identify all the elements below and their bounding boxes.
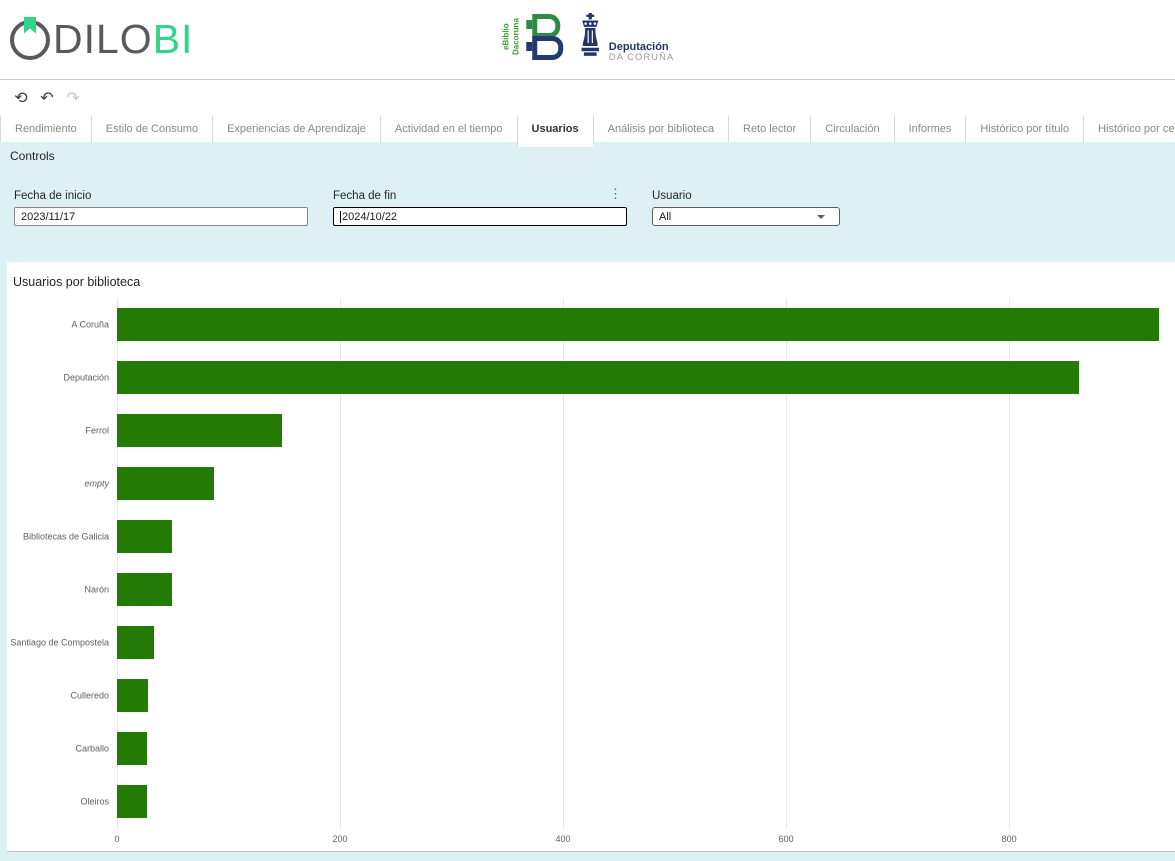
- bar-deputacion[interactable]: [117, 361, 1079, 394]
- usuario-value: All: [659, 211, 671, 223]
- bar-empty[interactable]: [117, 467, 214, 500]
- tab-estilo-de-consumo[interactable]: Estilo de Consumo: [91, 116, 212, 142]
- text-caret: [340, 211, 341, 223]
- tab-usuarios[interactable]: Usuarios: [517, 116, 593, 147]
- category-label-bibliotecas-de-galicia: Bibliotecas de Galicia: [7, 531, 109, 542]
- action-toolbar: ⟲ ↶ ↷: [0, 80, 1175, 116]
- bar-row-naron: Narón: [117, 563, 1163, 616]
- tab-historico-por-titulo[interactable]: Histórico por título: [965, 116, 1083, 142]
- bar-row-bibliotecas-de-galicia: Bibliotecas de Galicia: [117, 510, 1163, 563]
- category-label-culleredo: Culleredo: [7, 690, 109, 701]
- controls-panel: Controls Fecha de inicio2023/11/17Fecha …: [0, 142, 1175, 256]
- tab-analisis-por-biblioteca[interactable]: Análisis por biblioteca: [593, 116, 728, 142]
- bar-row-deputacion: Deputación: [117, 351, 1163, 404]
- x-tick-label-0: 0: [114, 834, 119, 844]
- odilo-bi-logo: DILO BI: [10, 19, 193, 60]
- deputacion-label: Deputación DA CORUÑA: [609, 11, 674, 64]
- undo-icon[interactable]: ↶: [34, 88, 60, 108]
- bar-row-santiago-de-compostela: Santiago de Compostela: [117, 616, 1163, 669]
- deputacion-crest-icon: [576, 13, 604, 62]
- bar-culleredo[interactable]: [117, 679, 148, 712]
- bar-bibliotecas-de-galicia[interactable]: [117, 520, 172, 553]
- bar-oleiros[interactable]: [117, 785, 147, 818]
- bar-santiago-de-compostela[interactable]: [117, 626, 154, 659]
- category-label-ferrol: Ferrol: [7, 425, 109, 436]
- fecha-inicio-label: Fecha de inicio: [14, 190, 308, 202]
- usuario-label: Usuario: [652, 190, 840, 202]
- more-options-icon[interactable]: ⋮: [609, 187, 622, 200]
- x-tick-label-800: 800: [1002, 834, 1017, 844]
- odilo-logo-o-bookmark-icon: [10, 20, 50, 60]
- bar-row-ferrol: Ferrol: [117, 404, 1163, 457]
- bar-naron[interactable]: [117, 573, 172, 606]
- tab-circulacion[interactable]: Circulación: [810, 116, 893, 142]
- logo-text-bi: BI: [153, 19, 194, 60]
- tab-rendimiento[interactable]: Rendimiento: [0, 116, 91, 142]
- chart-title: Usuarios por biblioteca: [7, 262, 1175, 289]
- x-tick-label-600: 600: [779, 834, 794, 844]
- tab-reto-lector[interactable]: Reto lector: [728, 116, 810, 142]
- report-tabbar: RendimientoEstilo de ConsumoExperiencias…: [0, 116, 1175, 142]
- x-axis: 0 200 400 600 800: [117, 828, 1163, 850]
- bar-row-empty: empty: [117, 457, 1163, 510]
- tab-actividad-en-el-tiempo[interactable]: Actividad en el tiempo: [380, 116, 517, 142]
- filter-fecha-inicio: Fecha de inicio 2023/11/17: [14, 190, 308, 226]
- ebiblio-books-logo-icon: [524, 8, 568, 66]
- bar-a-coruna[interactable]: [117, 308, 1159, 341]
- redo-icon[interactable]: ↷: [60, 88, 86, 108]
- partner-logos: eBiblio Dacoruna: [501, 8, 674, 66]
- tab-historico-por-centro[interactable]: Histórico por centro: [1083, 116, 1175, 142]
- ebiblio-dacoruna-label: eBiblio Dacoruna: [501, 9, 521, 65]
- bar-row-oleiros: Oleiros: [117, 775, 1163, 828]
- tab-informes[interactable]: Informes: [894, 116, 966, 142]
- app-header: DILO BI eBiblio Dacoruna: [0, 0, 1175, 80]
- fecha-fin-label: Fecha de fin: [333, 190, 627, 202]
- bar-chart-plot: A CoruñaDeputaciónFerrolemptyBibliotecas…: [7, 298, 1175, 850]
- logo-text-odilo: DILO: [53, 19, 153, 60]
- category-label-deputacion: Deputación: [7, 372, 109, 383]
- bar-row-culleredo: Culleredo: [117, 669, 1163, 722]
- filter-fecha-fin: Fecha de fin⋮ 2024/10/22: [333, 190, 627, 226]
- fecha-fin-input[interactable]: 2024/10/22: [333, 207, 627, 226]
- fecha-inicio-input[interactable]: 2023/11/17: [14, 207, 308, 226]
- chevron-down-icon: [817, 215, 825, 219]
- category-label-a-coruna: A Coruña: [7, 319, 109, 330]
- filter-usuario: Usuario All: [652, 190, 840, 226]
- bar-row-a-coruna: A Coruña: [117, 298, 1163, 351]
- bar-row-carballo: Carballo: [117, 722, 1163, 775]
- bar-carballo[interactable]: [117, 732, 147, 765]
- usuario-dropdown[interactable]: All: [652, 207, 840, 226]
- x-tick-label-200: 200: [333, 834, 348, 844]
- category-label-empty: empty: [7, 478, 109, 489]
- category-label-naron: Narón: [7, 584, 109, 595]
- category-label-santiago-de-compostela: Santiago de Compostela: [7, 637, 109, 648]
- users-by-library-chart-card: Usuarios por biblioteca A CoruñaDeputaci…: [7, 262, 1175, 852]
- bar-ferrol[interactable]: [117, 414, 282, 447]
- category-label-carballo: Carballo: [7, 743, 109, 754]
- x-tick-label-400: 400: [556, 834, 571, 844]
- reset-filters-icon[interactable]: ⟲: [8, 88, 34, 108]
- controls-title: Controls: [10, 149, 1175, 163]
- category-label-oleiros: Oleiros: [7, 796, 109, 807]
- tab-experiencias-de-aprendizaje[interactable]: Experiencias de Aprendizaje: [212, 116, 380, 142]
